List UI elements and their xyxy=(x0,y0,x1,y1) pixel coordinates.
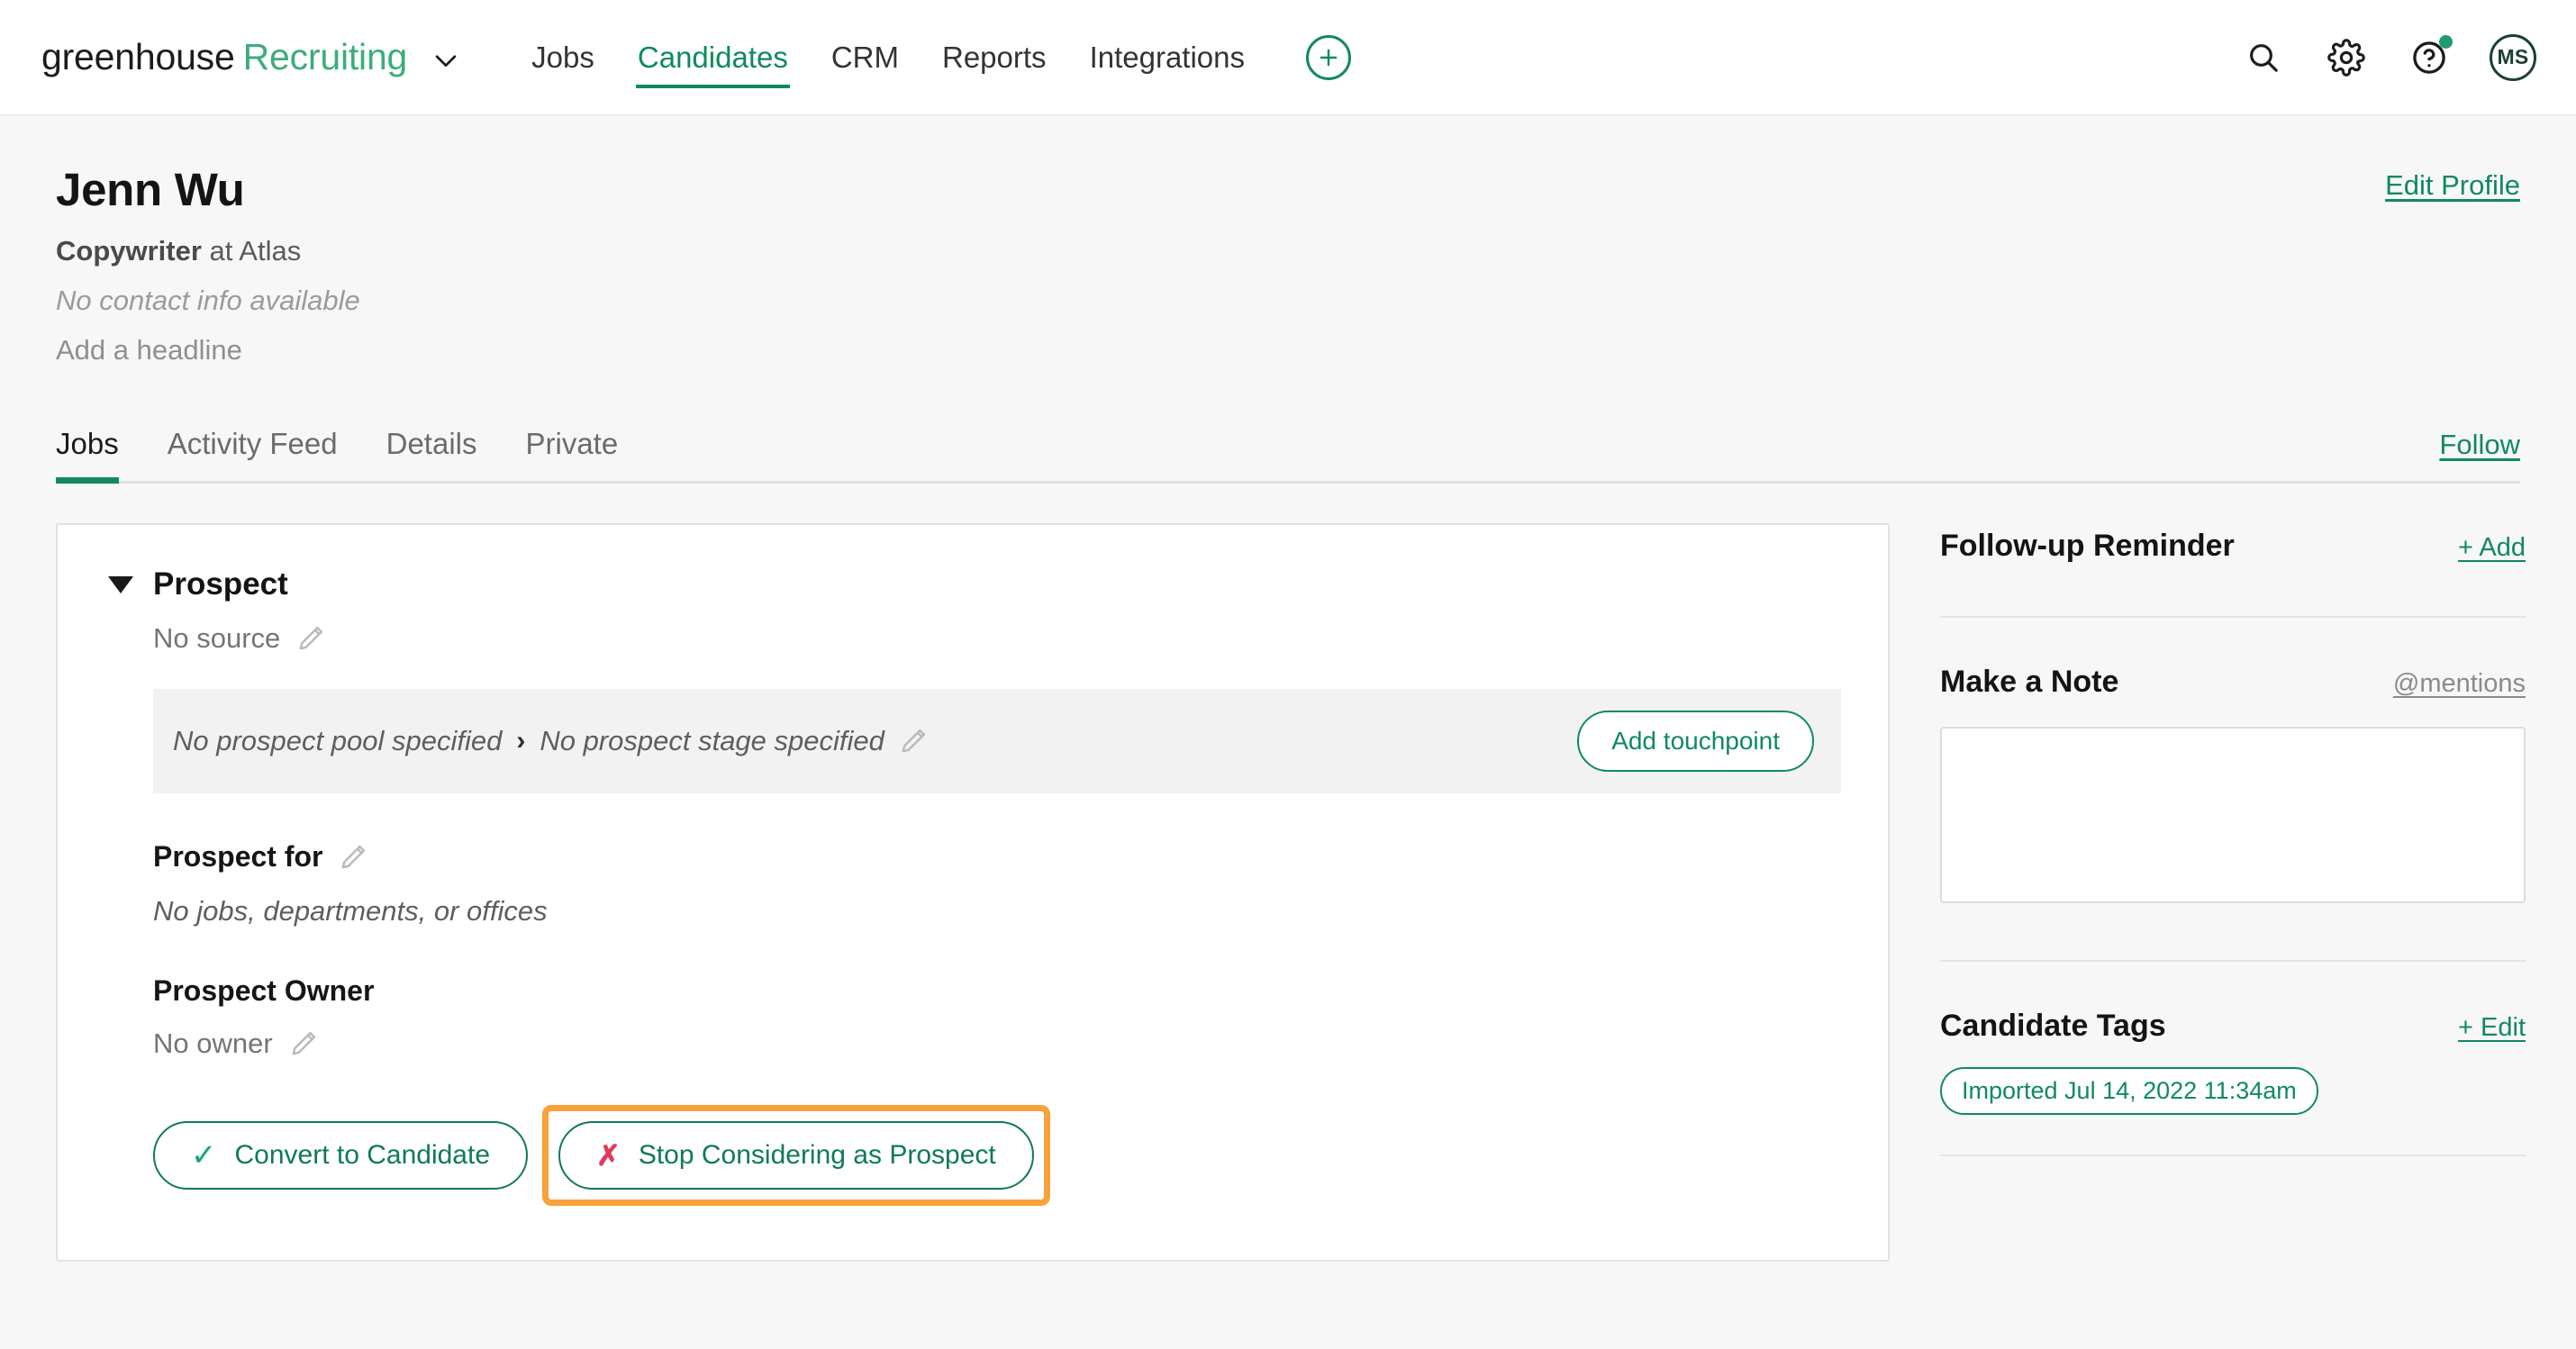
make-a-note-header: Make a Note @mentions xyxy=(1940,665,2526,700)
stop-considering-label: Stop Considering as Prospect xyxy=(638,1140,996,1171)
breadcrumb-separator: › xyxy=(516,726,526,756)
sidebar-column: Follow-up Reminder + Add Make a Note @me… xyxy=(1940,523,2526,1157)
tab-list: Jobs Activity Feed Details Private Follo… xyxy=(56,417,2520,484)
candidate-tags-list: Imported Jul 14, 2022 11:34am xyxy=(1940,1044,2526,1116)
sidebar-divider xyxy=(1940,616,2526,619)
candidate-contact-info: No contact info available xyxy=(56,284,360,316)
prospect-for-label: Prospect for xyxy=(153,840,323,874)
pencil-icon[interactable] xyxy=(287,1028,320,1060)
candidate-tags-title: Candidate Tags xyxy=(1940,1009,2166,1044)
prospect-card-body: No source No prospect pool specified › N… xyxy=(104,622,1841,1207)
check-icon: ✓ xyxy=(191,1138,217,1173)
prospect-card-title: Prospect xyxy=(153,566,288,602)
candidate-role: Copywriter at Atlas xyxy=(56,234,2520,267)
tab-private[interactable]: Private xyxy=(502,427,643,481)
convert-to-candidate-button[interactable]: ✓ Convert to Candidate xyxy=(153,1121,529,1191)
plus-circle-icon[interactable] xyxy=(1306,34,1352,80)
prospect-for-header: Prospect for xyxy=(153,840,1841,874)
pencil-icon[interactable] xyxy=(897,725,930,757)
followup-reminder-header: Follow-up Reminder + Add xyxy=(1940,529,2526,564)
prospect-card-header: Prospect xyxy=(104,566,1841,602)
question-circle-icon[interactable] xyxy=(2407,34,2453,80)
stop-considering-as-prospect-button[interactable]: ✗ Stop Considering as Prospect xyxy=(558,1121,1034,1191)
edit-profile-link[interactable]: Edit Profile xyxy=(2385,169,2520,202)
prospect-stage-value: No prospect stage specified xyxy=(540,725,884,757)
convert-to-candidate-label: Convert to Candidate xyxy=(234,1140,491,1171)
sidebar-divider xyxy=(1940,1154,2526,1157)
profile-tabs: Jobs Activity Feed Details Private Follo… xyxy=(0,417,2576,484)
followup-add-link[interactable]: + Add xyxy=(2458,533,2526,563)
follow-link[interactable]: Follow xyxy=(2439,429,2520,461)
search-icon[interactable] xyxy=(2241,35,2286,80)
prospect-for-value: No jobs, departments, or offices xyxy=(153,895,548,928)
add-touchpoint-button[interactable]: Add touchpoint xyxy=(1577,711,1814,773)
candidate-profile-header: Jenn Wu Copywriter at Atlas No contact i… xyxy=(0,115,2576,367)
pencil-icon[interactable] xyxy=(337,841,369,874)
gear-icon[interactable] xyxy=(2324,35,2369,80)
page-title: Jenn Wu xyxy=(56,164,245,215)
nav-link-candidates[interactable]: Candidates xyxy=(616,32,810,88)
avatar[interactable]: MS xyxy=(2490,33,2536,81)
candidate-company: at Atlas xyxy=(201,234,302,267)
page-body: Prospect No source No prospect pool spec… xyxy=(0,523,2576,1263)
x-icon: ✗ xyxy=(596,1139,621,1172)
prospect-pool-stage-band: No prospect pool specified › No prospect… xyxy=(153,689,1841,794)
sidebar-divider xyxy=(1940,960,2526,963)
tab-details[interactable]: Details xyxy=(362,427,502,481)
prospect-owner-row: No owner xyxy=(153,1028,1841,1060)
prospect-source-row: No source xyxy=(153,622,1841,655)
highlight-ring: ✗ Stop Considering as Prospect xyxy=(542,1105,1050,1207)
primary-nav-links: Jobs Candidates CRM Reports Integrations xyxy=(510,32,1266,88)
status-badge[interactable]: Imported Jul 14, 2022 11:34am xyxy=(1940,1067,2318,1116)
prospect-owner-header: Prospect Owner xyxy=(153,974,1841,1008)
brand-primary-text: greenhouse xyxy=(41,36,235,77)
nav-link-crm[interactable]: CRM xyxy=(810,32,921,84)
candidate-tags-section: Candidate Tags + Edit Imported Jul 14, 2… xyxy=(1940,1009,2526,1116)
prospect-source-value: No source xyxy=(153,622,281,655)
prospect-card: Prospect No source No prospect pool spec… xyxy=(56,523,1890,1263)
prospect-action-row: ✓ Convert to Candidate ✗ Stop Considerin… xyxy=(153,1105,1841,1207)
prospect-owner-value: No owner xyxy=(153,1028,273,1060)
nav-icon-group: MS xyxy=(2241,33,2536,81)
notification-dot xyxy=(2439,34,2453,49)
make-a-note-title: Make a Note xyxy=(1940,665,2119,700)
top-navigation-bar: greenhouse Recruiting Jobs Candidates CR… xyxy=(0,0,2576,115)
followup-reminder-title: Follow-up Reminder xyxy=(1940,529,2235,564)
make-a-note-section: Make a Note @mentions xyxy=(1940,665,2526,908)
triangle-down-icon[interactable] xyxy=(108,575,133,593)
prospect-owner-label: Prospect Owner xyxy=(153,974,375,1008)
tab-jobs[interactable]: Jobs xyxy=(56,427,143,484)
add-headline-link[interactable]: Add a headline xyxy=(56,333,2520,367)
mentions-link[interactable]: @mentions xyxy=(2393,669,2526,699)
note-input[interactable] xyxy=(1940,727,2526,904)
candidate-job-title: Copywriter xyxy=(56,234,202,267)
brand-secondary-text: Recruiting xyxy=(242,36,408,77)
greenhouse-logo[interactable]: greenhouse Recruiting xyxy=(41,36,407,78)
tab-activity-feed[interactable]: Activity Feed xyxy=(143,427,362,481)
prospect-pool-value: No prospect pool specified xyxy=(173,725,503,757)
candidate-tags-header: Candidate Tags + Edit xyxy=(1940,1009,2526,1044)
candidate-tags-edit-link[interactable]: + Edit xyxy=(2458,1013,2526,1043)
nav-link-jobs[interactable]: Jobs xyxy=(510,32,616,84)
main-column: Prospect No source No prospect pool spec… xyxy=(56,523,1890,1263)
nav-link-reports[interactable]: Reports xyxy=(921,32,1068,84)
nav-link-integrations[interactable]: Integrations xyxy=(1068,32,1266,84)
followup-reminder-section: Follow-up Reminder + Add xyxy=(1940,523,2526,564)
chevron-down-icon[interactable] xyxy=(431,45,461,76)
pencil-icon[interactable] xyxy=(295,622,327,655)
